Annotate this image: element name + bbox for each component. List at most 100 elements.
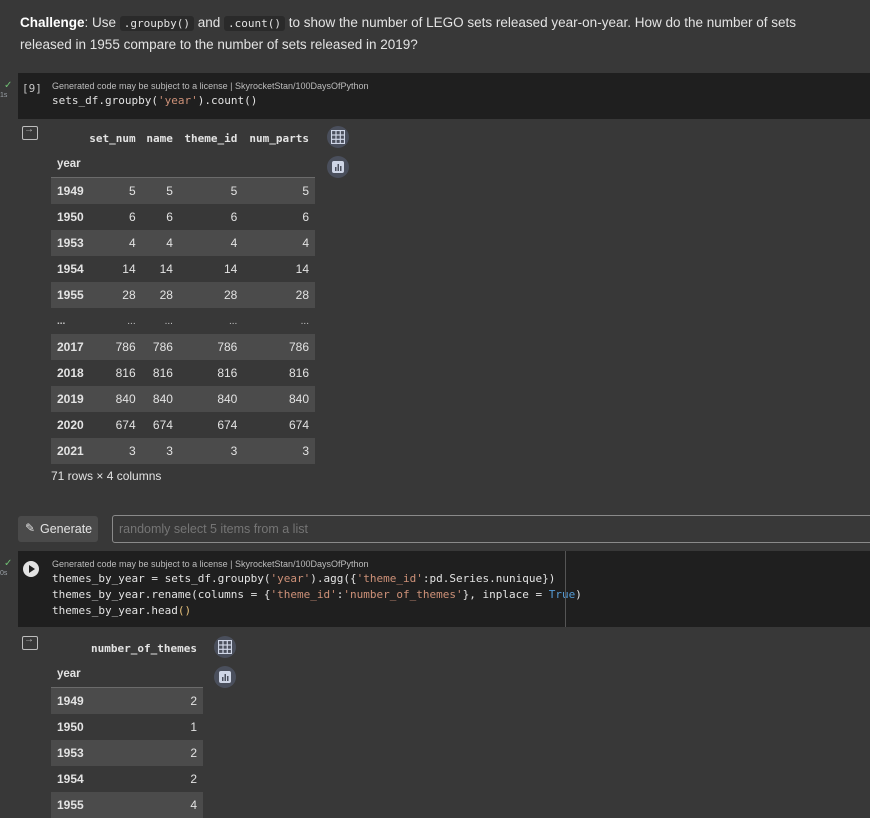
table-cell: 5 [243, 177, 315, 204]
cell1-license-note[interactable]: Generated code may be subject to a licen… [52, 81, 369, 91]
generate-prompt-input[interactable] [112, 515, 870, 543]
row-index-cell: 2021 [51, 438, 90, 464]
table-cell: 674 [115, 418, 136, 432]
table-cell: 3 [243, 438, 315, 464]
table-header-row: set_num name theme_id num_parts [51, 125, 315, 151]
index-name: year [51, 151, 90, 178]
table-cell: 5 [89, 177, 142, 204]
table-cell: ... [127, 315, 136, 327]
cell2-code-line-1[interactable]: themes_by_year = sets_df.groupby('year')… [52, 572, 555, 585]
table-row: 2021 3 3 3 3 [51, 438, 315, 464]
table-row: 2017 786 786 786 786 [51, 334, 315, 360]
table-header-row: number_of_themes [51, 635, 203, 661]
table-cell: 28 [178, 282, 244, 308]
column-header: theme_id [184, 131, 238, 145]
table-cell: 840 [89, 386, 142, 412]
table-cell: 786 [141, 334, 179, 360]
code-cell-1[interactable]: [9] Generated code may be subject to a l… [18, 73, 870, 119]
column-header: set_num [89, 131, 136, 145]
row-index-cell: 1949 [51, 177, 90, 204]
cell1-status-check: ✓ [4, 80, 13, 91]
table-row: 1950 6 6 6 6 [51, 204, 315, 230]
table-cell: 5 [178, 177, 244, 204]
cell1-exec-time: 1s [0, 92, 8, 99]
table-row: 1953 4 4 4 4 [51, 230, 315, 256]
table-row: 1954 2 [51, 766, 203, 792]
row-index-cell: 2020 [57, 418, 84, 432]
table-row: 1949 2 [51, 687, 203, 714]
row-index-cell: 1955 [51, 282, 90, 308]
row-index-cell: 1953 [51, 740, 89, 766]
table-cell: 5 [141, 177, 179, 204]
inline-code-groupby: .groupby() [119, 16, 195, 31]
index-header-row: year [51, 151, 315, 178]
table-cell: 4 [88, 792, 203, 818]
table-cell: 674 [152, 418, 173, 432]
table-cell: 3 [141, 438, 179, 464]
code-ruler [565, 551, 566, 627]
table-cell: 28 [243, 282, 315, 308]
cell1-code-line[interactable]: sets_df.groupby('year').count() [52, 94, 257, 107]
table-cell: 4 [141, 230, 179, 256]
cell1-exec-count[interactable]: [9] [22, 82, 42, 95]
table-cell: 6 [302, 210, 309, 224]
column-header: number_of_themes [91, 641, 197, 655]
table-cell: 674 [217, 418, 238, 432]
cell2-license-note[interactable]: Generated code may be subject to a licen… [52, 559, 369, 569]
table-cell: 2 [190, 772, 197, 786]
table-cell: 14 [122, 262, 136, 276]
challenge-label: Challenge [20, 15, 85, 30]
table-row: 1955 4 [51, 792, 203, 818]
cell2-exec-time: 0s [0, 570, 8, 577]
generate-button[interactable]: ✎ Generate [18, 516, 98, 542]
table-icon[interactable] [327, 126, 349, 148]
code-cell-2[interactable]: Generated code may be subject to a licen… [18, 551, 870, 627]
cell1-gutter: ✓ 1s [0, 80, 18, 120]
row-index-cell: 1949 [51, 687, 89, 714]
cell2-gutter: ✓ 0s [0, 558, 18, 598]
table-cell: 2 [88, 740, 203, 766]
table-row: 1949 5 5 5 5 [51, 177, 315, 204]
dataframe-table-1: set_num name theme_id num_parts year 194… [51, 125, 315, 464]
table-cell: 816 [152, 366, 173, 380]
row-index-cell: 2017 [51, 334, 90, 360]
inline-code-count: .count() [224, 16, 286, 31]
generate-button-label: Generate [40, 522, 93, 536]
cell2-status-check: ✓ [4, 558, 13, 569]
output-toggle-icon[interactable] [22, 124, 38, 140]
table-cell: 14 [159, 262, 173, 276]
table-cell: 840 [243, 386, 315, 412]
chart-icon[interactable] [214, 666, 236, 688]
table-row: 2019 840 840 840 840 [51, 386, 315, 412]
row-index-cell: 1955 [51, 792, 89, 818]
markdown-cell: Challenge: Use .groupby() and .count() t… [20, 12, 850, 55]
play-icon[interactable] [23, 561, 39, 577]
table-cell: 786 [178, 334, 244, 360]
table-row: 2018 816 816 816 816 [51, 360, 315, 386]
row-index-cell: 1950 [57, 720, 84, 734]
chart-icon[interactable] [327, 156, 349, 178]
table-icon[interactable] [214, 636, 236, 658]
table-cell: 786 [243, 334, 315, 360]
table-cell: 1 [190, 720, 197, 734]
row-index-cell: 2018 [57, 366, 84, 380]
table-cell: ... [300, 315, 309, 327]
row-index-cell: 1950 [57, 210, 84, 224]
row-index-cell: 1954 [57, 772, 84, 786]
table-cell: 4 [243, 230, 315, 256]
cell2-code-line-2[interactable]: themes_by_year.rename(columns = {'theme_… [52, 588, 582, 601]
markdown-text-1: : Use [84, 15, 120, 30]
index-name: year [51, 661, 89, 688]
dataframe-shape-info: 71 rows × 4 columns [51, 469, 162, 483]
table-cell: 4 [178, 230, 244, 256]
table-cell: 840 [141, 386, 179, 412]
magic-wand-icon: ✎ [25, 521, 36, 535]
table-cell: 28 [89, 282, 142, 308]
table-cell: 816 [288, 366, 309, 380]
table-cell: 6 [128, 210, 136, 224]
table-row: 1950 1 [51, 714, 203, 740]
output-toggle-icon[interactable] [22, 634, 38, 650]
cell2-code-line-3[interactable]: themes_by_year.head() [52, 604, 191, 617]
column-header: name [146, 131, 173, 145]
table-row: 1953 2 [51, 740, 203, 766]
